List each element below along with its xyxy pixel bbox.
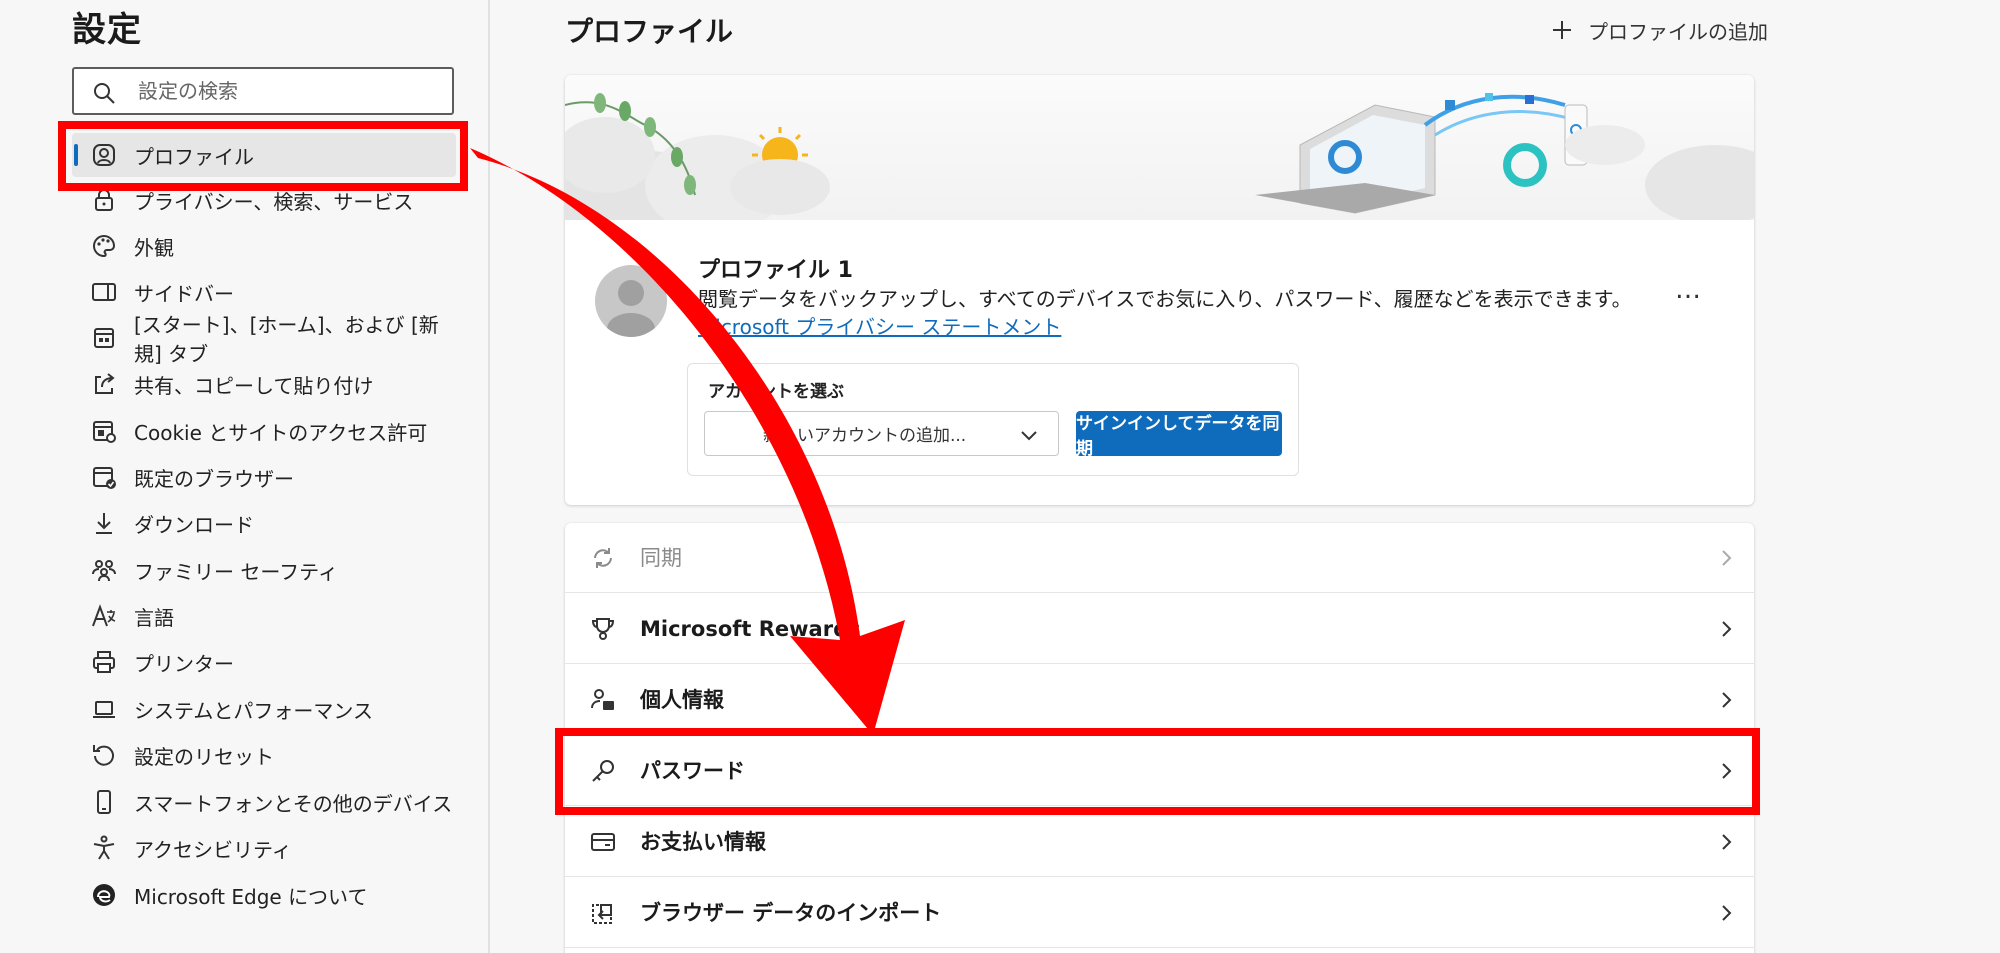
chevron-right-icon: [1722, 834, 1732, 850]
sidebar-item-label: スマートフォンとその他のデバイス: [134, 791, 453, 816]
sidebar-item-label: 共有、コピーして貼り付け: [134, 373, 374, 398]
personal-info-icon: [591, 689, 614, 710]
sidebar-item-label: Microsoft Edge について: [134, 884, 368, 909]
sidebar-item-label: サイドバー: [134, 281, 234, 306]
card-icon: [591, 833, 615, 851]
sidebar-item-label: プリンター: [134, 651, 234, 676]
account-picker-panel: アカウントを選ぶ 新しいアカウントの追加... サインインしてデータを同期: [687, 363, 1299, 476]
highlight-box-profile: [58, 121, 468, 191]
sidebar-item-label: Cookie とサイトのアクセス許可: [134, 420, 428, 445]
sidebar-item-label: [スタート]、[ホーム]、および [新規] タブ: [134, 313, 439, 366]
plus-icon: [1553, 21, 1571, 39]
edge-logo-icon: [93, 884, 115, 906]
list-item-payment-info[interactable]: お支払い情報: [565, 807, 1754, 877]
sidebar-item-label: ダウンロード: [134, 512, 254, 537]
sync-icon: [594, 548, 612, 568]
default-avatar-icon: [607, 280, 655, 337]
list-item-label: 同期: [640, 546, 682, 570]
avatar: [595, 265, 667, 337]
profile-banner-illustration: [565, 75, 1754, 240]
list-item-label: Microsoft Rewards: [640, 617, 861, 641]
sidebar-icon: [92, 283, 116, 301]
palette-icon: [93, 234, 116, 258]
language-icon: [92, 604, 116, 627]
account-dropdown-value: 新しいアカウントの追加...: [763, 426, 967, 446]
profile-description-text: 閲覧データをバックアップし、すべてのデバイスでお気に入り、パスワード、履歴などを…: [698, 287, 1632, 311]
list-item-sync[interactable]: 同期: [565, 523, 1754, 593]
newtab-icon: [94, 328, 114, 348]
profile-card: プロファイル 1 閲覧データをバックアップし、すべてのデバイスでお気に入り、パス…: [565, 75, 1754, 505]
sidebar-item-about[interactable]: Microsoft Edge について: [72, 873, 456, 917]
sidebar-item-downloads[interactable]: ダウンロード: [72, 501, 456, 545]
list-item-label: ブラウザー データのインポート: [640, 901, 942, 925]
search-icon: [94, 83, 115, 104]
add-profile-button[interactable]: プロファイルの追加: [1550, 14, 1768, 46]
list-item-personal-info[interactable]: 個人情報: [565, 665, 1754, 735]
chevron-right-icon: [1722, 692, 1732, 708]
download-icon: [96, 513, 112, 534]
add-profile-label: プロファイルの追加: [1588, 19, 1768, 44]
sidebar-item-label: 外観: [134, 235, 174, 260]
chevron-right-icon: [1722, 621, 1732, 637]
settings-search-box[interactable]: [72, 67, 454, 115]
account-picker-label: アカウントを選ぶ: [708, 382, 844, 402]
sign-in-sync-button[interactable]: サインインしてデータを同期: [1076, 411, 1282, 459]
chevron-right-icon: [1722, 905, 1732, 921]
laptop-icon: [93, 701, 115, 718]
sidebar-item-phone[interactable]: スマートフォンとその他のデバイス: [72, 780, 456, 824]
sidebar-item-system[interactable]: システムとパフォーマンス: [72, 687, 456, 731]
list-item-import[interactable]: ブラウザー データのインポート: [565, 878, 1754, 948]
sidebar-item-printers[interactable]: プリンター: [72, 640, 456, 684]
browser-icon: [93, 467, 116, 489]
family-icon: [92, 560, 116, 582]
share-icon: [95, 373, 115, 394]
sidebar-item-accessibility[interactable]: アクセシビリティ: [72, 826, 456, 870]
sidebar-item-reset[interactable]: 設定のリセット: [72, 733, 456, 777]
list-item-label: お支払い情報: [640, 830, 766, 854]
sidebar-item-label: 設定のリセット: [134, 744, 274, 769]
account-dropdown[interactable]: 新しいアカウントの追加...: [704, 411, 1059, 456]
sidebar-item-newtab[interactable]: [スタート]、[ホーム]、および [新規] タブ: [72, 313, 456, 366]
highlight-box-passwords: [555, 728, 1760, 815]
page-title: プロファイル: [565, 15, 734, 48]
sidebar-item-sidebar[interactable]: サイドバー: [72, 270, 456, 314]
search-input[interactable]: [138, 75, 438, 107]
profile-description: 閲覧データをバックアップし、すべてのデバイスでお気に入り、パスワード、履歴などを…: [698, 285, 1678, 341]
sidebar-item-label: 既定のブラウザー: [134, 466, 294, 491]
sidebar-item-label: 言語: [134, 605, 174, 630]
sidebar-item-default-browser[interactable]: 既定のブラウザー: [72, 455, 456, 499]
list-item-rewards[interactable]: Microsoft Rewards: [565, 594, 1754, 664]
sidebar-item-label: システムとパフォーマンス: [134, 698, 373, 723]
settings-title: 設定: [72, 10, 142, 50]
more-options-button[interactable]: …: [1675, 275, 1702, 305]
privacy-statement-link[interactable]: Microsoft プライバシー ステートメント: [698, 315, 1061, 339]
phone-icon: [97, 790, 111, 814]
trophy-icon: [591, 618, 615, 640]
sidebar-item-cookies[interactable]: Cookie とサイトのアクセス許可: [72, 409, 456, 453]
sidebar-item-share[interactable]: 共有、コピーして貼り付け: [72, 362, 456, 406]
sidebar-item-languages[interactable]: 言語: [72, 594, 456, 638]
sidebar-item-appearance[interactable]: 外観: [72, 224, 456, 268]
chevron-down-icon: [1021, 431, 1037, 441]
reset-icon: [93, 745, 114, 766]
chevron-right-icon: [1722, 550, 1732, 566]
banner-illustration: [565, 93, 1754, 240]
sidebar-item-label: ファミリー セーフティ: [134, 559, 338, 584]
profile-name: プロファイル 1: [698, 258, 853, 283]
printer-icon: [93, 651, 115, 673]
list-item-label: 個人情報: [640, 688, 724, 712]
cookie-icon: [93, 421, 116, 443]
sidebar-item-label: アクセシビリティ: [134, 837, 292, 862]
import-icon: [592, 904, 612, 924]
sidebar-item-family[interactable]: ファミリー セーフティ: [72, 548, 456, 592]
accessibility-icon: [93, 835, 115, 860]
